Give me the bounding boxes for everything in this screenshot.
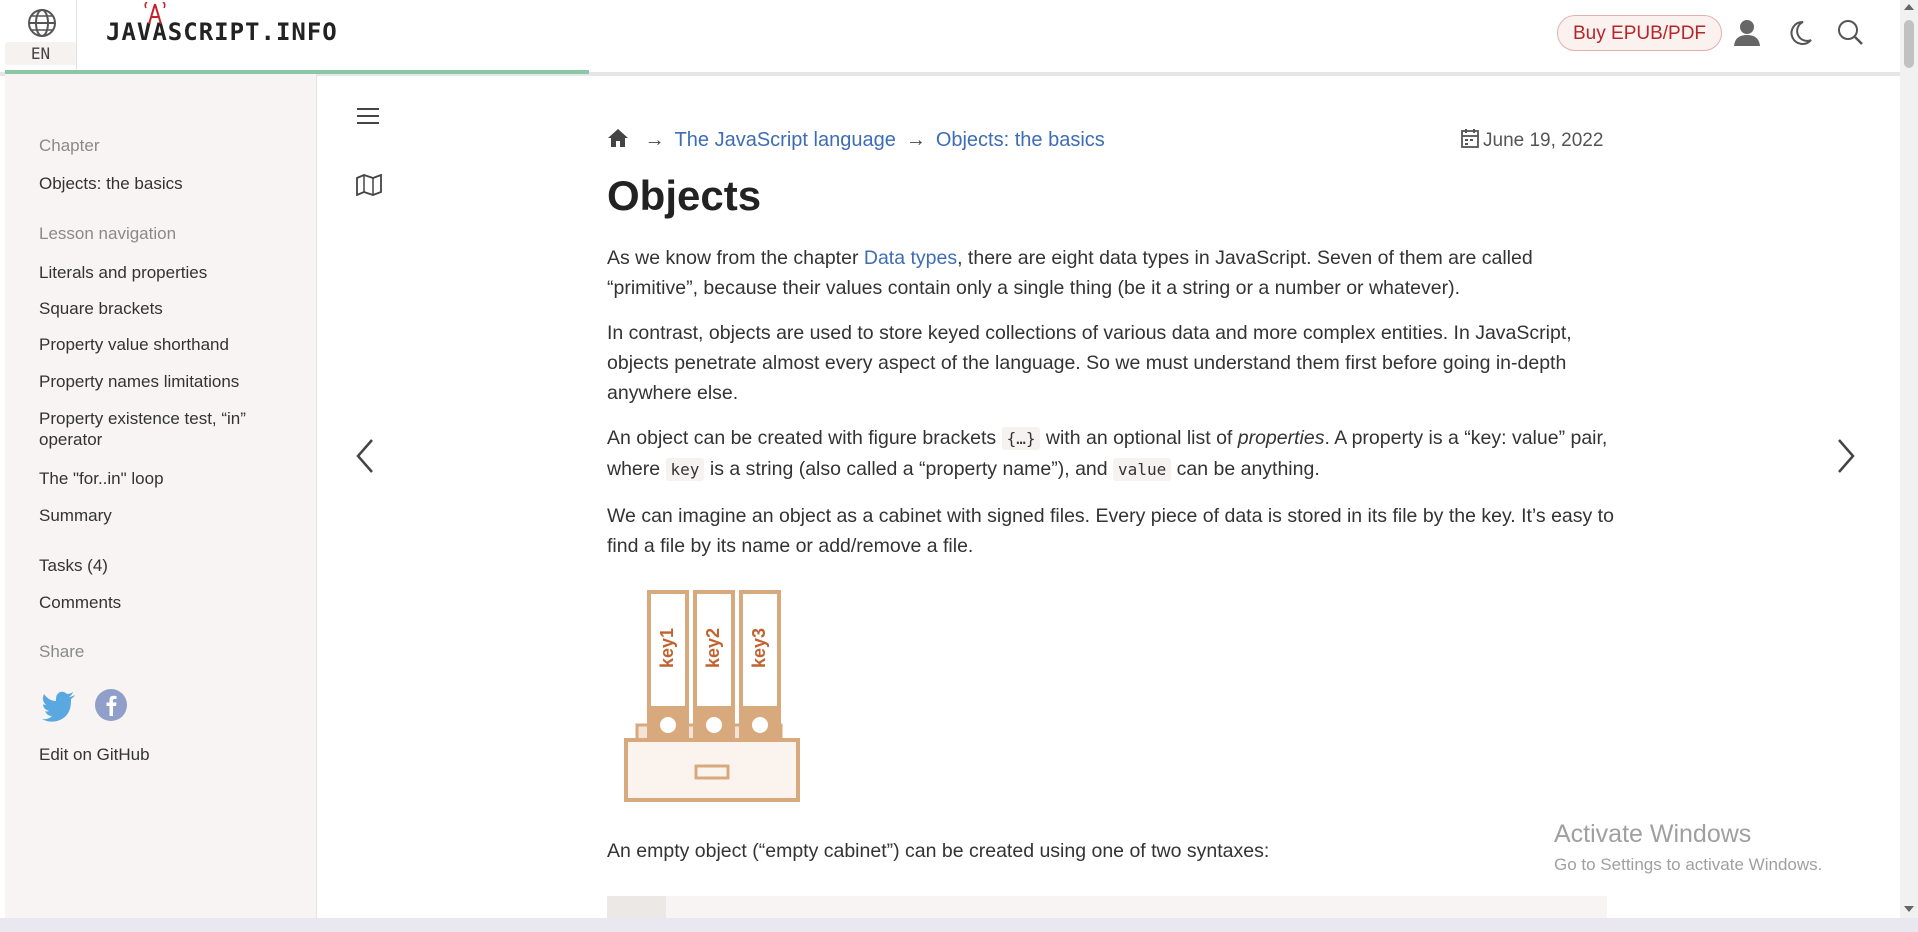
scrollbar-thumb[interactable]: [1904, 20, 1914, 68]
top-bar: EN JAVASCRIPT.INFO Buy EPUB/PDF: [0, 0, 1900, 76]
watermark-subtitle: Go to Settings to activate Windows.: [1554, 855, 1823, 874]
inline-code-braces: {…}: [1001, 427, 1041, 450]
date-text: June 19, 2022: [1483, 130, 1604, 151]
sidebar-item-shorthand[interactable]: Property value shorthand: [39, 334, 229, 355]
code-block: [607, 896, 1607, 918]
breadcrumb-separator: →: [905, 129, 926, 151]
emphasis-properties: properties: [1237, 427, 1325, 449]
sidebar-chapter-link[interactable]: Objects: the basics: [39, 173, 183, 194]
file-label-key1: key1: [657, 628, 677, 668]
breadcrumb-javascript-language[interactable]: The JavaScript language: [675, 129, 896, 151]
share-heading: Share: [39, 642, 85, 661]
existence-test-line2: operator: [39, 430, 103, 449]
inline-code-value: value: [1113, 458, 1172, 481]
last-updated-date: June 19, 2022: [1461, 128, 1603, 152]
map-icon[interactable]: [356, 174, 382, 196]
text: is a string (also called a “property nam…: [704, 458, 1114, 480]
chapter-heading: Chapter: [39, 136, 100, 155]
paragraph-data-types: As we know from the chapter Data types, …: [607, 243, 1617, 303]
sidebar-item-names-limitations[interactable]: Property names limitations: [39, 371, 239, 392]
language-switcher[interactable]: EN: [5, 0, 77, 72]
paragraph-cabinet: We can imagine an object as a cabinet wi…: [607, 505, 1614, 557]
user-icon[interactable]: [1732, 18, 1762, 48]
dark-mode-moon-icon[interactable]: [1786, 18, 1814, 48]
twitter-icon[interactable]: [41, 690, 77, 722]
vertical-scrollbar[interactable]: [1900, 0, 1918, 918]
calendar-icon: [1461, 129, 1479, 148]
sidebar: Chapter Objects: the basics Lesson navig…: [5, 74, 317, 918]
paragraph-empty-object: An empty object (“empty cabinet”) can be…: [607, 840, 1270, 862]
inline-code-key: key: [665, 458, 705, 481]
sidebar-item-square-brackets[interactable]: Square brackets: [39, 298, 163, 319]
existence-test-line1: Property existence test, “in”: [39, 409, 246, 428]
sidebar-item-for-in[interactable]: The "for..in" loop: [39, 468, 164, 489]
file-folder-key1: key1: [647, 590, 689, 744]
scroll-up-arrow-icon[interactable]: [1904, 4, 1914, 10]
file-label-key2: key2: [703, 628, 723, 668]
previous-lesson-arrow-icon[interactable]: [355, 438, 375, 474]
text: An object can be created with figure bra…: [607, 427, 1002, 449]
paragraph-objects-contrast: In contrast, objects are used to store k…: [607, 322, 1572, 404]
code-block-gutter: [607, 896, 666, 918]
next-lesson-arrow-icon[interactable]: [1836, 438, 1856, 474]
scroll-down-arrow-icon[interactable]: [1904, 906, 1914, 912]
sidebar-item-existence-test[interactable]: Property existence test, “in” operator: [39, 408, 246, 450]
logo-text: JAVASCRIPT.INFO: [106, 18, 338, 46]
breadcrumb: → The JavaScript language → Objects: the ba…: [607, 128, 1105, 152]
sidebar-item-comments[interactable]: Comments: [39, 592, 121, 613]
text: can be anything.: [1171, 458, 1320, 480]
paragraph-figure-brackets: An object can be created with figure bra…: [607, 423, 1617, 485]
hamburger-menu-icon[interactable]: [356, 106, 380, 126]
data-types-link[interactable]: Data types: [864, 247, 957, 269]
text: with an optional list of: [1040, 427, 1238, 449]
breadcrumb-separator: →: [644, 129, 665, 151]
cabinet-illustration: key1 key2 key3: [624, 590, 800, 802]
file-folder-key3: key3: [739, 590, 781, 744]
facebook-icon[interactable]: [94, 688, 128, 722]
edit-on-github-link[interactable]: Edit on GitHub: [39, 744, 150, 765]
search-icon[interactable]: [1836, 18, 1864, 48]
home-icon[interactable]: [607, 128, 629, 148]
buy-epub-pdf-button[interactable]: Buy EPUB/PDF: [1557, 15, 1723, 51]
breadcrumb-objects-basics[interactable]: Objects: the basics: [936, 129, 1105, 151]
logo-tower-icon: [144, 2, 166, 24]
page-title: Objects: [607, 172, 762, 219]
globe-icon: [28, 9, 56, 37]
sidebar-item-summary[interactable]: Summary: [39, 505, 112, 526]
file-label-key3: key3: [749, 628, 769, 668]
text: As we know from the chapter: [607, 247, 864, 269]
file-folder-key2: key2: [693, 590, 735, 744]
watermark-title: Activate Windows: [1554, 820, 1752, 848]
language-code: EN: [5, 42, 76, 65]
sidebar-item-literals[interactable]: Literals and properties: [39, 262, 207, 283]
site-logo[interactable]: JAVASCRIPT.INFO: [106, 2, 338, 46]
page-viewport: EN JAVASCRIPT.INFO Buy EPUB/PDF Chapter …: [0, 0, 1900, 918]
activate-windows-watermark: Activate Windows Go to Settings to activ…: [1554, 820, 1822, 875]
sidebar-item-tasks[interactable]: Tasks (4): [39, 555, 108, 576]
lesson-navigation-heading: Lesson navigation: [39, 224, 177, 243]
